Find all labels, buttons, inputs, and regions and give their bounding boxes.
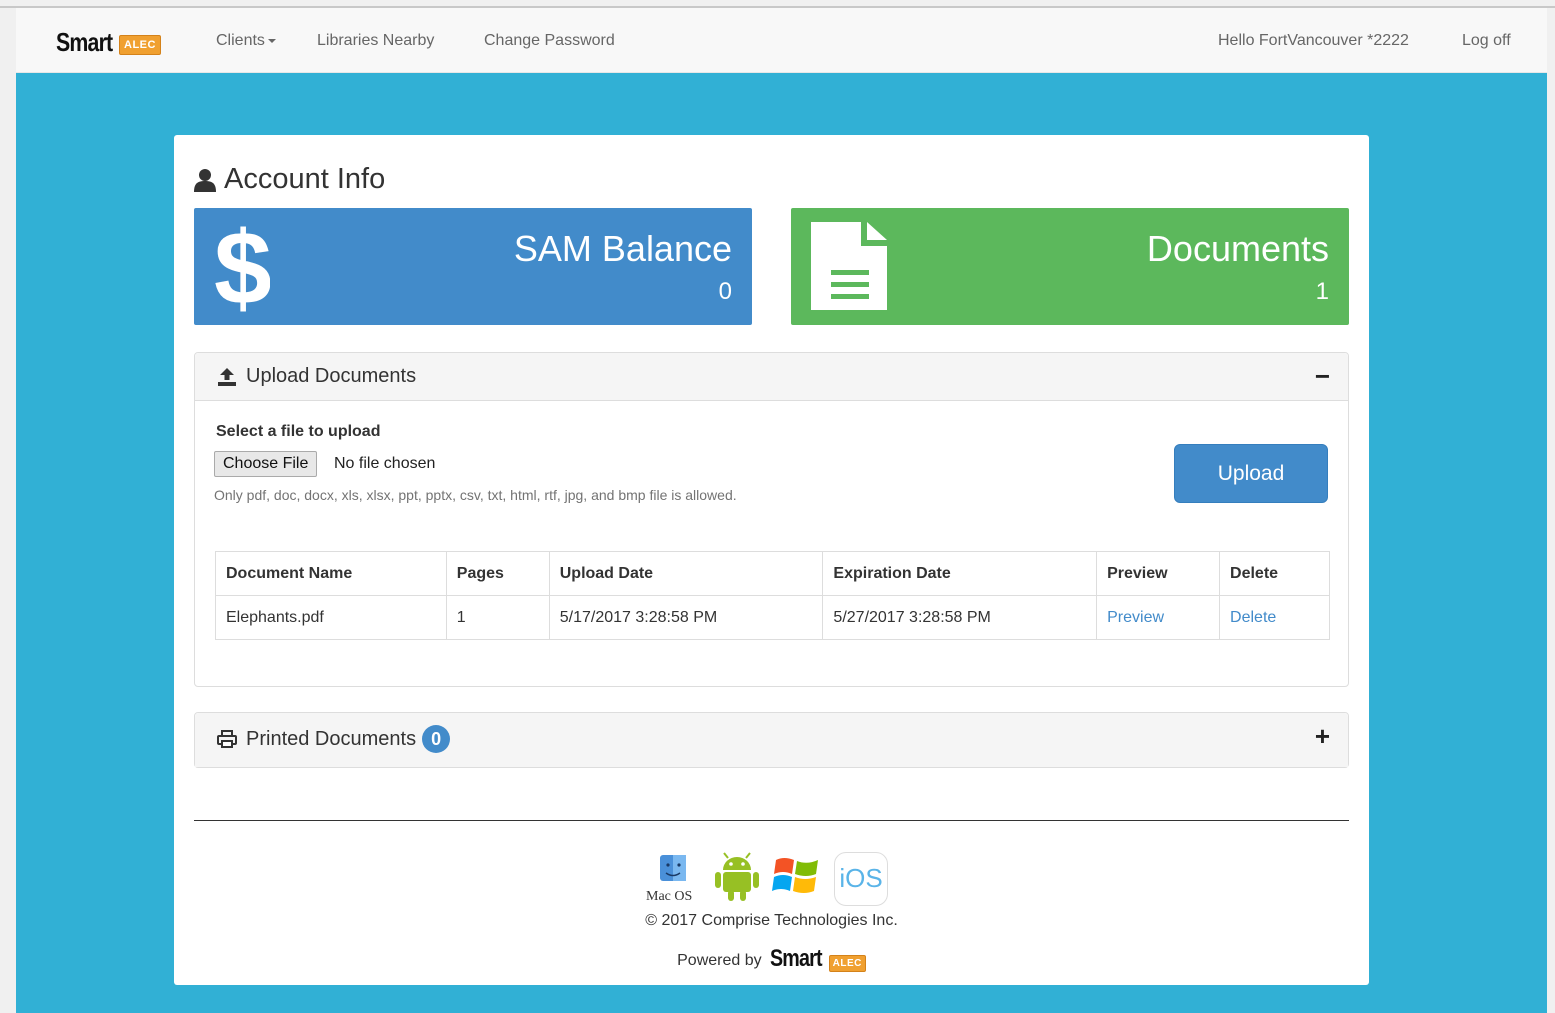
documents-table: Document Name Pages Upload Date Expirati… <box>215 551 1330 640</box>
col-header-pages: Pages <box>445 551 550 596</box>
delete-link[interactable]: Delete <box>1230 609 1276 626</box>
svg-text:$: $ <box>214 220 270 312</box>
nav-clients-label: Clients <box>216 32 265 49</box>
col-header-upload-date: Upload Date <box>548 551 824 596</box>
caret-down-icon <box>267 38 276 43</box>
collapse-toggle-icon[interactable]: − <box>1315 363 1330 389</box>
copyright-text: © 2017 Comprise Technologies Inc. <box>645 912 898 929</box>
sam-balance-tile[interactable]: $ SAM Balance 0 <box>194 208 752 327</box>
upload-icon <box>218 367 236 386</box>
main-card: Account Info $ SAM Balance 0 Documents 1 <box>174 135 1369 985</box>
file-text-icon <box>811 220 891 317</box>
table-header-row: Document Name Pages Upload Date Expirati… <box>215 551 1330 596</box>
nav-libraries-nearby[interactable]: Libraries Nearby <box>317 32 434 50</box>
printer-icon <box>217 730 237 748</box>
select-file-label: Select a file to upload <box>216 423 381 440</box>
col-header-delete: Delete <box>1219 551 1330 596</box>
print-panel-title-text: Printed Documents <box>246 727 417 750</box>
nav-clients-dropdown[interactable]: Clients <box>216 32 276 50</box>
powered-by-label: Powered by <box>677 952 762 969</box>
brand-logo[interactable]: Smart ALEC <box>56 28 161 56</box>
col-header-expiration-date: Expiration Date <box>822 551 1098 596</box>
file-status-text: No file chosen <box>334 455 436 472</box>
documents-value: 1 <box>1315 278 1329 305</box>
col-header-preview: Preview <box>1096 551 1221 596</box>
cell-document-name: Elephants.pdf <box>215 595 447 640</box>
expand-toggle-icon[interactable]: + <box>1315 723 1330 749</box>
print-panel-heading[interactable]: Printed Documents 0 + <box>195 713 1348 767</box>
table-row: Elephants.pdf 1 5/17/2017 3:28:58 PM 5/2… <box>215 595 1330 640</box>
cell-preview: Preview <box>1096 595 1221 640</box>
macos-icon: Mac OS <box>646 853 702 905</box>
macos-label: Mac OS <box>646 888 693 904</box>
powered-by: Powered by Smart ALEC <box>174 945 1369 973</box>
preview-link[interactable]: Preview <box>1107 609 1164 626</box>
sam-balance-value: 0 <box>718 278 732 305</box>
nav-change-password[interactable]: Change Password <box>484 32 615 50</box>
cell-delete: Delete <box>1219 595 1330 640</box>
ios-label: iOS <box>839 863 883 893</box>
cell-expiration-date: 5/27/2017 3:28:58 PM <box>822 595 1098 640</box>
user-icon <box>194 168 216 192</box>
upload-documents-panel: Upload Documents − Select a file to uplo… <box>194 352 1349 687</box>
printed-count-badge: 0 <box>422 725 451 753</box>
windows-icon <box>772 852 822 905</box>
choose-file-button[interactable]: Choose File <box>214 451 318 477</box>
android-icon <box>714 850 760 907</box>
brand-name: Smart <box>56 27 113 57</box>
printed-documents-panel: Printed Documents 0 + <box>194 712 1349 768</box>
upload-panel-heading[interactable]: Upload Documents − <box>195 353 1348 401</box>
upload-panel-title-text: Upload Documents <box>246 365 417 387</box>
col-header-document-name: Document Name <box>215 551 447 596</box>
cell-upload-date: 5/17/2017 3:28:58 PM <box>548 595 824 640</box>
top-navbar: Smart ALEC Clients Libraries Nearby Chan… <box>16 8 1547 73</box>
print-panel-title: Printed Documents 0 <box>217 725 451 753</box>
upload-panel-title: Upload Documents <box>217 365 416 388</box>
allowed-types-help: Only pdf, doc, docx, xls, xlsx, ppt, ppt… <box>214 487 737 503</box>
dollar-icon: $ <box>214 211 272 327</box>
documents-tile[interactable]: Documents 1 <box>791 208 1349 325</box>
brand-tag: ALEC <box>119 35 161 55</box>
page-title-text: Account Info <box>224 163 386 195</box>
footer-divider <box>194 820 1349 821</box>
powered-brand-name: Smart <box>769 945 823 972</box>
nav-user-greeting[interactable]: Hello FortVancouver *2222 <box>1218 32 1409 50</box>
cell-pages: 1 <box>445 595 550 640</box>
page-title: Account Info <box>194 163 385 196</box>
upload-button[interactable]: Upload <box>1174 444 1328 503</box>
sam-balance-title: SAM Balance <box>513 228 732 269</box>
documents-title: Documents <box>1146 228 1329 269</box>
ios-icon: iOS <box>834 851 888 906</box>
platform-icons: Mac OS iOS <box>646 850 888 907</box>
nav-log-off[interactable]: Log off <box>1462 32 1511 50</box>
powered-brand-tag: ALEC <box>828 955 866 972</box>
